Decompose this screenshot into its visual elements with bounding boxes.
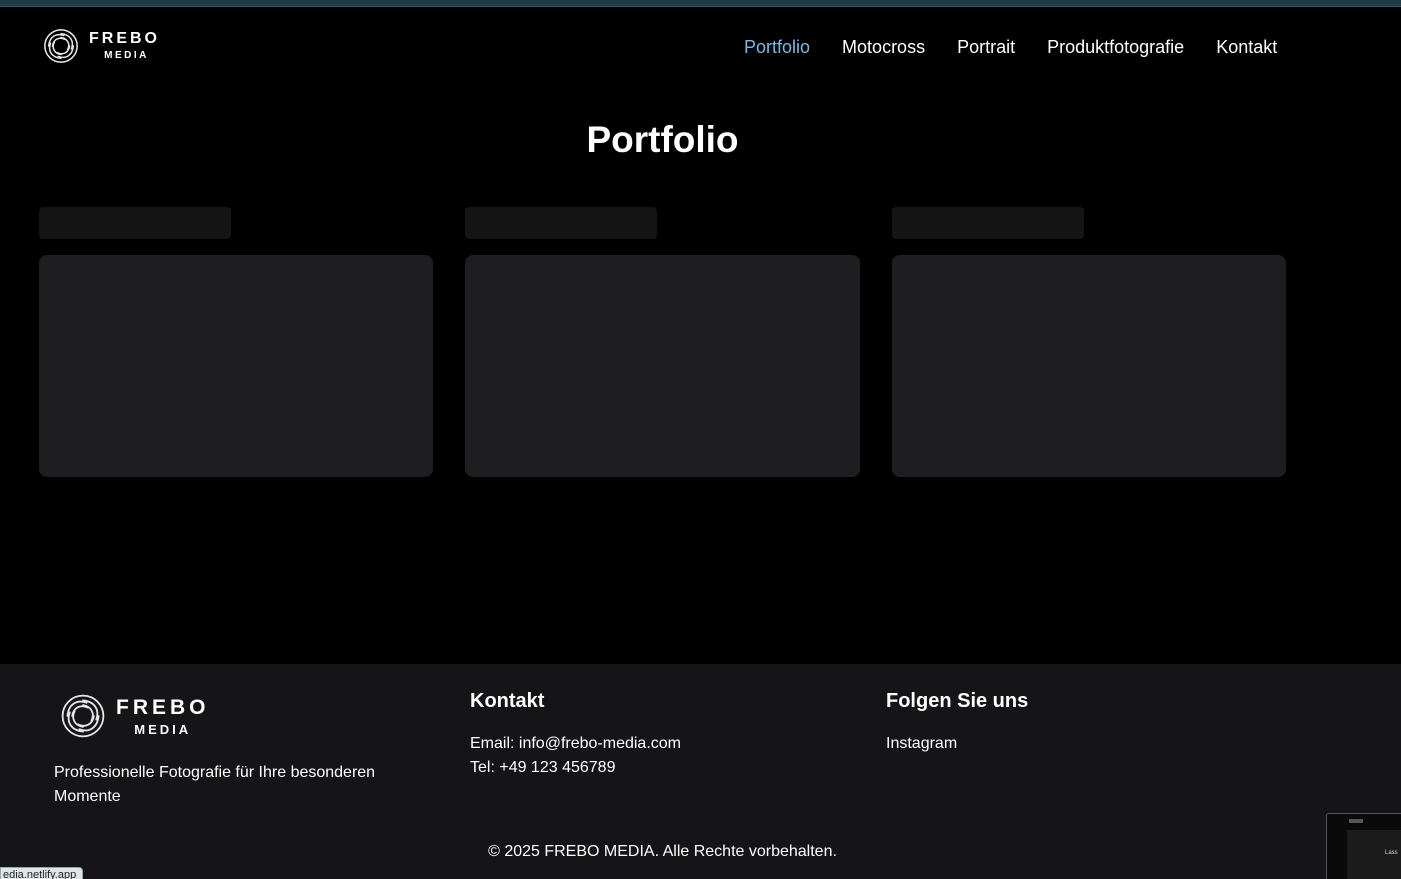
page-title: Portfolio — [586, 119, 739, 160]
nav-link-portrait[interactable]: Portrait — [957, 37, 1015, 57]
footer-copyright: © 2025 FREBO MEDIA. Alle Rechte vorbehal… — [488, 843, 837, 860]
page: FREBO MEDIA Portfolio Motocross Portrait… — [0, 0, 1401, 879]
portfolio-card-title-placeholder — [892, 207, 1084, 239]
nav-link-motocross[interactable]: Motocross — [842, 37, 925, 57]
nav-link-produktfotografie[interactable]: Produktfotografie — [1047, 37, 1184, 57]
top-accent-strip — [0, 0, 1401, 7]
preview-logo-mark — [1349, 819, 1363, 823]
logo-wordmark: FREBO MEDIA — [89, 31, 160, 61]
footer-logo[interactable]: FREBO MEDIA — [59, 692, 210, 740]
site-footer: FREBO MEDIA Professionelle Fotografie fü… — [0, 664, 1401, 879]
portfolio-card-image-placeholder[interactable] — [39, 255, 433, 477]
portfolio-card-image-placeholder[interactable] — [892, 255, 1286, 477]
logo-word-frebo: FREBO — [116, 695, 210, 719]
footer-social-heading: Folgen Sie uns — [886, 690, 1029, 712]
logo-swirl-icon — [61, 694, 105, 738]
logo-word-media: MEDIA — [134, 721, 192, 737]
footer-contact-heading: Kontakt — [470, 690, 545, 712]
logo-wordmark: FREBO MEDIA — [116, 697, 210, 736]
logo-swirl-icon — [44, 29, 78, 63]
preview-text: Lass — [1385, 850, 1398, 856]
portfolio-card-title-placeholder — [39, 207, 231, 239]
header-logo[interactable]: FREBO MEDIA — [42, 27, 160, 65]
footer-email[interactable]: Email: info@frebo-media.com — [470, 732, 681, 756]
floating-preview-thumbnail[interactable]: Lass — [1326, 813, 1401, 879]
nav-link-kontakt[interactable]: Kontakt — [1216, 37, 1277, 57]
logo-word-frebo: FREBO — [89, 30, 160, 47]
nav-link-portfolio[interactable]: Portfolio — [744, 37, 810, 57]
logo-word-media: MEDIA — [104, 50, 149, 61]
browser-status-url: edia.netlify.app — [0, 867, 84, 879]
portfolio-card-title-placeholder — [465, 207, 657, 239]
site-header: FREBO MEDIA Portfolio Motocross Portrait… — [0, 7, 1401, 87]
main-nav: Portfolio Motocross Portrait Produktfoto… — [744, 37, 1277, 57]
footer-instagram-link[interactable]: Instagram — [886, 732, 957, 756]
portfolio-card-image-placeholder[interactable] — [465, 255, 860, 477]
footer-phone[interactable]: Tel: +49 123 456789 — [470, 756, 615, 780]
footer-tagline: Professionelle Fotografie für Ihre beson… — [54, 764, 376, 805]
